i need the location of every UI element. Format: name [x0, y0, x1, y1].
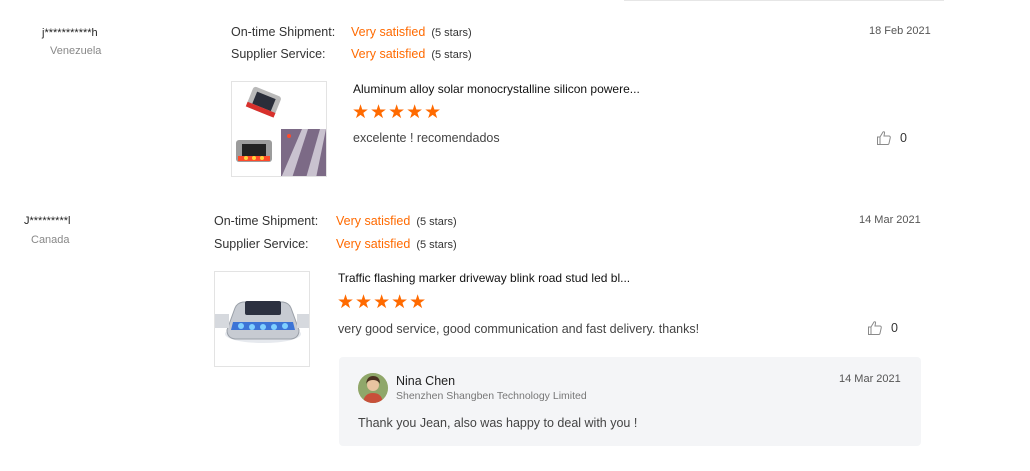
buyer-name: J*********l [24, 215, 71, 227]
review-item: J*********l Canada On-time Shipment: Very… [0, 0, 1030, 471]
service-label: Supplier Service: [214, 237, 309, 251]
reply-company: Shenzhen Shangben Technology Limited [396, 390, 587, 402]
buyer-country: Canada [31, 234, 70, 246]
shipment-stars-text: (5 stars) [416, 216, 457, 228]
reply-text: Thank you Jean, also was happy to deal w… [358, 416, 638, 430]
avatar [358, 373, 388, 403]
led-road-stud-icon [215, 272, 309, 366]
review-date: 14 Mar 2021 [859, 214, 921, 226]
thumbs-up-icon [868, 321, 882, 335]
reply-author-name: Nina Chen [396, 374, 456, 388]
star-rating: ★★★★★ [337, 292, 428, 313]
service-value: Very satisfied [336, 237, 411, 251]
supplier-reply: Nina Chen Shenzhen Shangben Technology L… [339, 357, 921, 446]
product-title[interactable]: Traffic flashing marker driveway blink r… [338, 271, 630, 285]
product-thumbnail[interactable] [214, 271, 310, 367]
like-count: 0 [891, 321, 898, 335]
shipment-rating: On-time Shipment: Very satisfied (5 stars) [214, 214, 457, 228]
service-rating: Supplier Service: Very satisfied (5 stars) [214, 237, 457, 251]
shipment-value: Very satisfied [336, 214, 411, 228]
review-comment: very good service, good communication an… [338, 322, 700, 336]
service-stars-text: (5 stars) [416, 239, 457, 251]
like-button[interactable]: 0 [867, 320, 898, 336]
reply-date: 14 Mar 2021 [839, 373, 901, 385]
avatar-icon [358, 373, 388, 403]
shipment-label: On-time Shipment: [214, 214, 319, 228]
